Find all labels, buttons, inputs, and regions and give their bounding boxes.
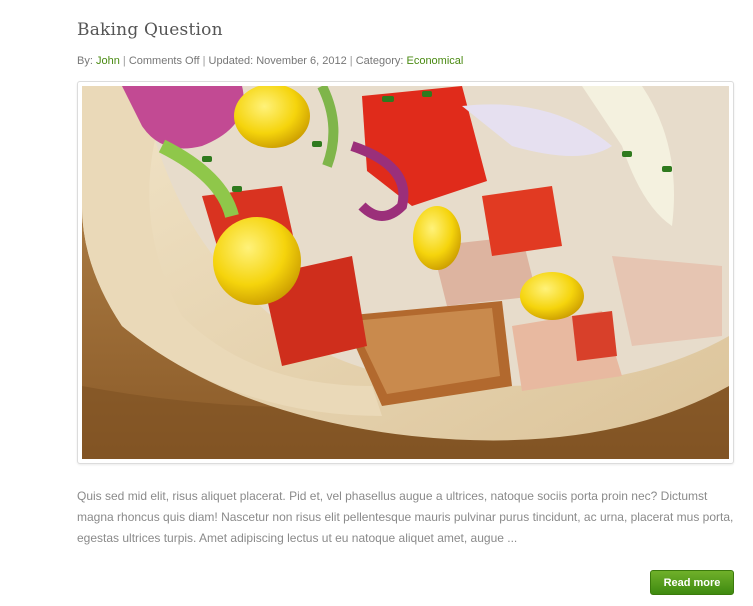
food-photo-illustration [82,86,729,459]
post-excerpt: Quis sed mid elit, risus aliquet placera… [77,489,734,545]
category-link[interactable]: Economical [406,55,463,67]
featured-image[interactable] [82,86,729,459]
featured-image-frame[interactable] [77,81,734,464]
read-more-button[interactable]: Read more [650,570,734,595]
updated-label: Updated: [208,55,254,67]
comments-status: Comments Off [128,55,200,67]
meta-separator: | [349,55,353,67]
meta-separator: | [122,55,126,67]
updated-date: November 6, 2012 [256,55,347,67]
category-label: Category: [355,55,404,67]
author-link[interactable]: John [96,55,120,67]
post-title[interactable]: Baking Question [77,20,223,40]
meta-separator: | [202,55,206,67]
post-meta: By: John | Comments Off | Updated: Novem… [77,55,463,67]
by-label: By: [77,55,93,67]
